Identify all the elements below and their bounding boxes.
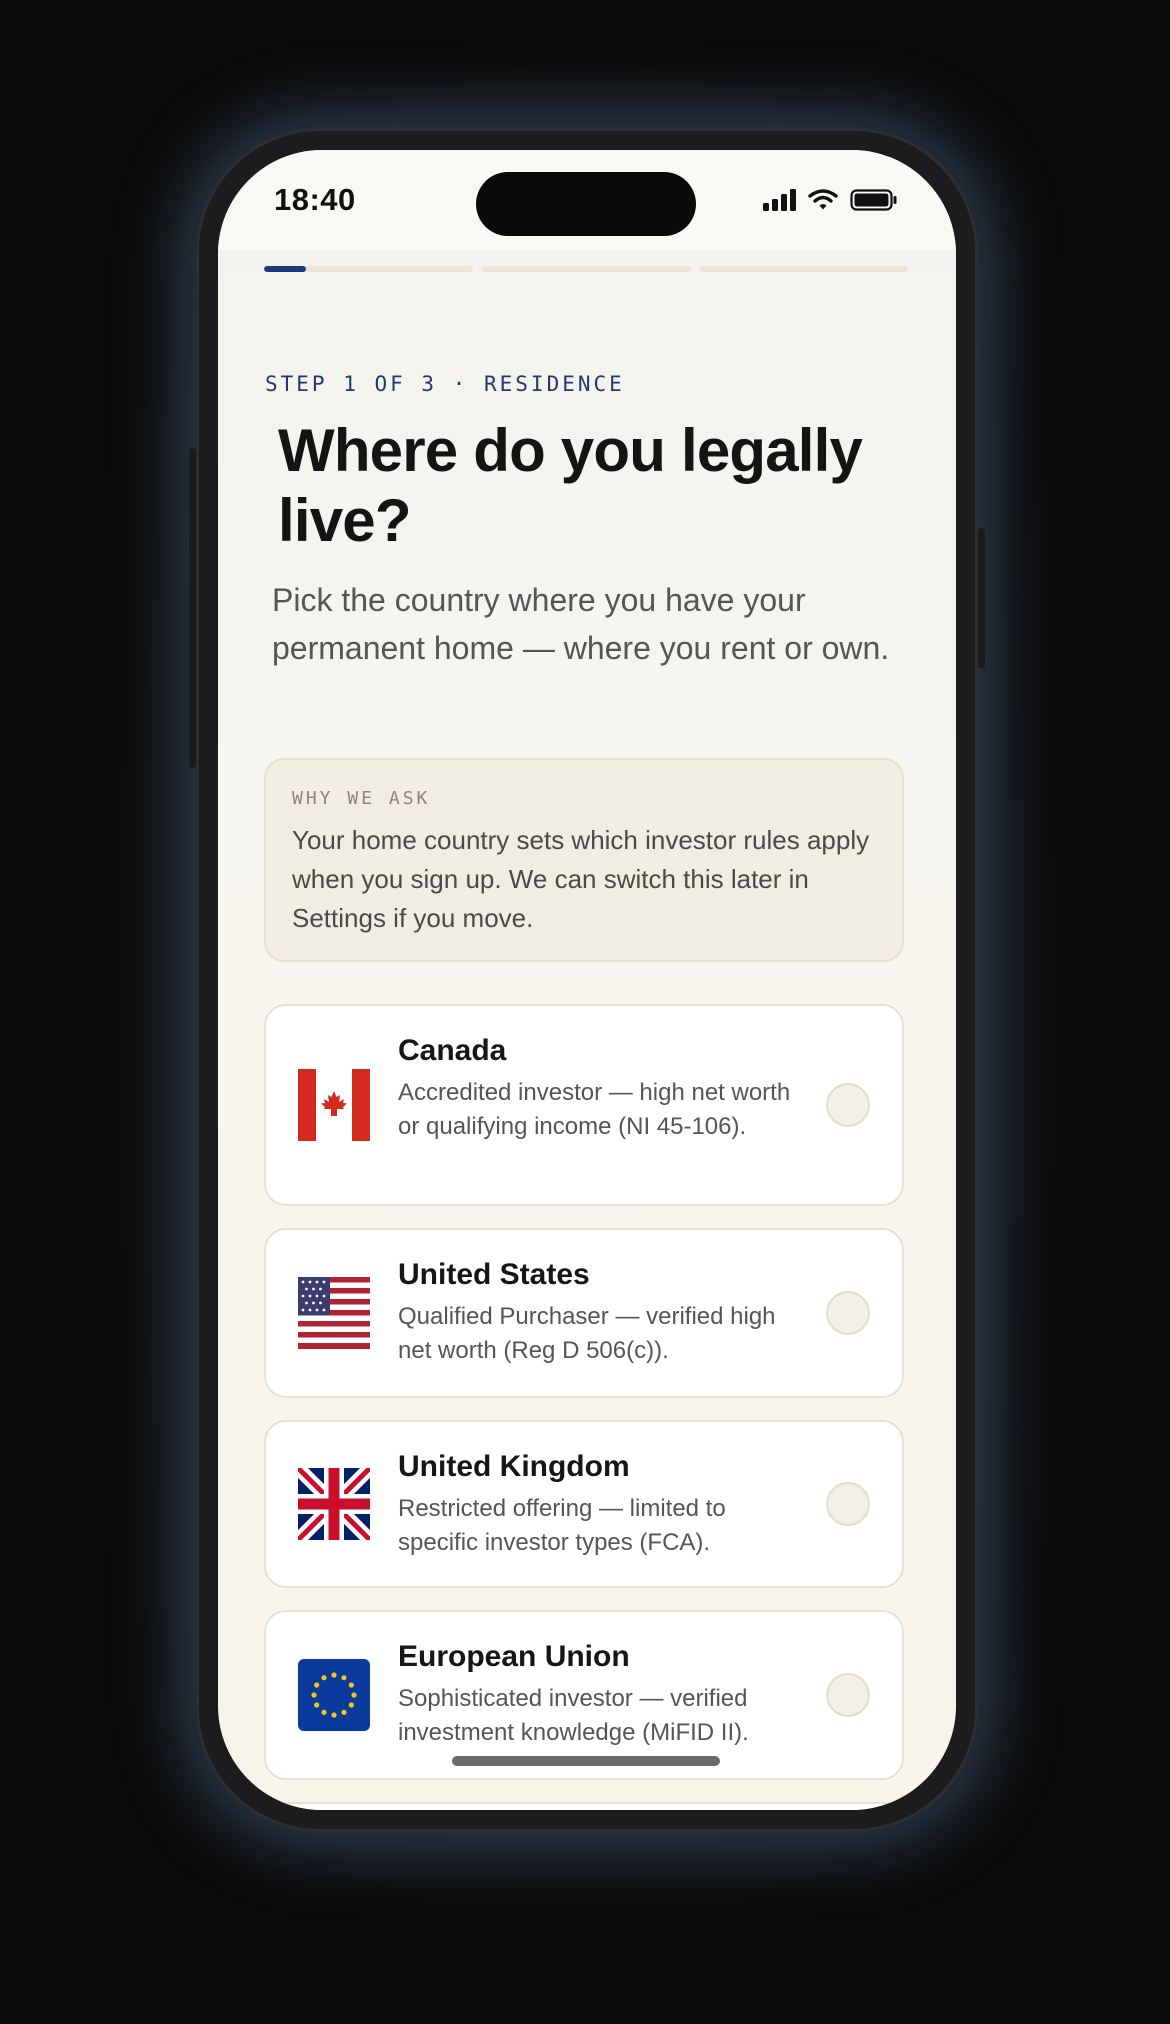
progress-segment-3 — [698, 266, 908, 272]
radio-button[interactable] — [826, 1291, 870, 1335]
option-description: Accredited investor — high net worth or … — [398, 1079, 791, 1140]
radio-button[interactable] — [826, 1083, 870, 1127]
option-name: United States — [398, 1258, 590, 1291]
option-canada[interactable]: Canada Accredited investor — high net wo… — [264, 1004, 904, 1206]
phone-frame: 18:40 STEP 1 OF 3 · RESIDENCE Where do y… — [189, 128, 985, 1832]
eu-star — [314, 1682, 320, 1688]
status-bar: 18:40 — [218, 150, 956, 250]
option-united-kingdom[interactable]: United Kingdom Restricted offering — lim… — [264, 1420, 904, 1588]
option-more-partial[interactable] — [264, 1802, 904, 1810]
progress-segment-2 — [481, 266, 691, 272]
uk-flag-icon — [298, 1468, 370, 1540]
eu-star — [331, 1672, 337, 1678]
eu-star — [348, 1702, 354, 1708]
option-description: Qualified Purchaser — verified high net … — [398, 1303, 776, 1364]
option-description: Restricted offering — limited to specifi… — [398, 1495, 726, 1556]
step-progress-bar — [264, 266, 908, 272]
option-name: European Union — [398, 1640, 630, 1673]
eu-star — [314, 1702, 320, 1708]
eu-star — [348, 1682, 354, 1688]
step-eyebrow: STEP 1 OF 3 · RESIDENCE — [265, 372, 625, 396]
why-we-ask-text: Your home country sets which investor ru… — [292, 825, 870, 933]
volume-button — [189, 448, 196, 768]
why-we-ask-callout: WHY WE ASK Your home country sets which … — [264, 758, 904, 962]
country-options-list: Canada Accredited investor — high net wo… — [264, 1004, 904, 1810]
radio-button[interactable] — [826, 1673, 870, 1717]
progress-segment-fill — [264, 266, 306, 272]
canada-flag-icon — [298, 1069, 370, 1141]
option-name: Canada — [398, 1034, 507, 1067]
cellular-signal-icon — [763, 189, 796, 211]
eu-star — [321, 1709, 327, 1715]
eu-star — [311, 1692, 317, 1698]
dynamic-island — [476, 172, 696, 236]
eu-star — [341, 1709, 347, 1715]
progress-segment-1 — [264, 266, 474, 272]
power-button — [978, 528, 985, 668]
option-name: United Kingdom — [398, 1450, 630, 1483]
why-we-ask-label: WHY WE ASK — [292, 788, 431, 809]
wifi-icon — [808, 189, 838, 210]
backdrop: 18:40 STEP 1 OF 3 · RESIDENCE Where do y… — [0, 0, 1170, 2024]
us-flag-icon — [298, 1277, 370, 1349]
page-subtitle: Pick the country where you have your per… — [272, 582, 890, 666]
status-icons — [763, 188, 898, 212]
option-description: Sophisticated investor — verified invest… — [398, 1685, 749, 1746]
radio-button[interactable] — [826, 1482, 870, 1526]
eu-flag-icon — [298, 1659, 370, 1731]
eu-star — [341, 1675, 347, 1681]
battery-icon — [850, 189, 897, 211]
option-european-union[interactable]: European Union Sophisticated investor — … — [264, 1610, 904, 1780]
home-indicator — [452, 1756, 720, 1766]
page-title: Where do you legally live? — [278, 417, 863, 554]
status-time: 18:40 — [274, 182, 356, 217]
option-united-states[interactable]: United States Qualified Purchaser — veri… — [264, 1228, 904, 1398]
eu-star — [331, 1712, 337, 1718]
eu-star — [351, 1692, 357, 1698]
phone-screen: 18:40 STEP 1 OF 3 · RESIDENCE Where do y… — [218, 150, 956, 1810]
eu-star — [321, 1675, 327, 1681]
